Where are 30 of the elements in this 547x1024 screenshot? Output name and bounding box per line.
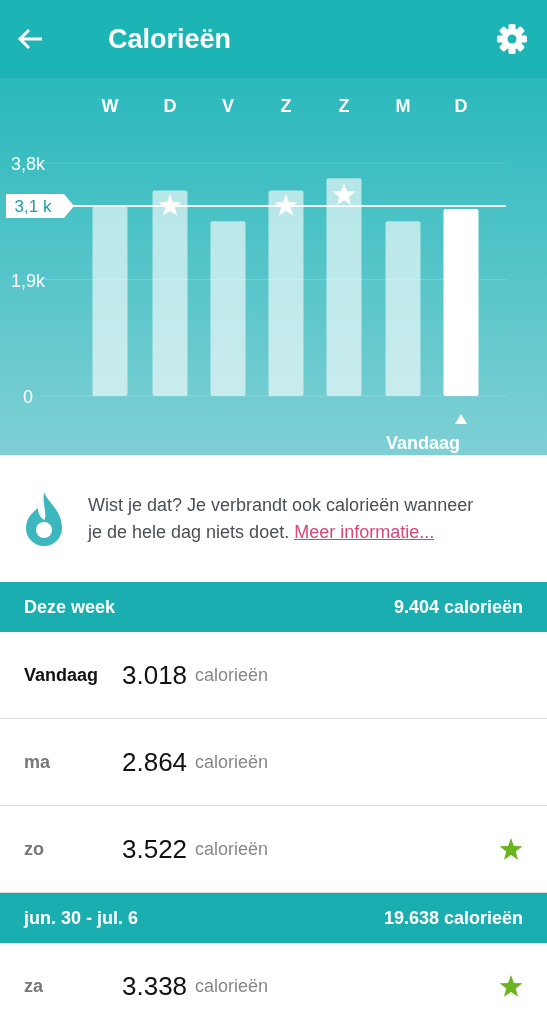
today-label: Vandaag: [386, 433, 460, 453]
day-label: V: [222, 96, 234, 116]
section-total: 9.404 calorieën: [393, 595, 523, 619]
section-title: jun. 30 - jul. 6: [24, 906, 139, 930]
unit-label: calorieën: [195, 663, 269, 687]
day-label: M: [395, 96, 411, 116]
axis-tick-label: 1,9k: [11, 270, 45, 291]
calorie-value: 3.338: [122, 969, 188, 1003]
unit-label: calorieën: [195, 974, 269, 998]
goal-label: 3,1 k: [14, 196, 52, 216]
tip-paragraph: Wist je dat? Je verbrandt ook calorieën wanneer je de hele dag niets doet. Meer informatie...: [88, 494, 475, 544]
day-label: Z: [338, 96, 350, 116]
day-label: zo: [24, 837, 45, 861]
day-label: za: [24, 974, 44, 998]
calorie-value: 2.864: [122, 745, 188, 779]
page-title: Calorieën: [108, 22, 232, 56]
section-title: Deze week: [24, 595, 116, 619]
axis-tick-label: 3,8k: [11, 154, 45, 174]
day-label: Z: [280, 96, 292, 116]
calorie-value: 3.522: [122, 832, 188, 866]
day-label: W: [101, 96, 119, 116]
day-label: D: [454, 96, 468, 116]
day-label: Vandaag: [24, 663, 100, 687]
section-total: 19.638 calorieën: [383, 906, 523, 930]
day-label: D: [163, 96, 177, 116]
axis-tick-label: 0: [23, 387, 33, 407]
calorie-value: 3.018: [122, 658, 188, 692]
unit-label: calorieën: [195, 750, 269, 774]
unit-label: calorieën: [195, 837, 269, 861]
day-label: ma: [24, 750, 51, 774]
